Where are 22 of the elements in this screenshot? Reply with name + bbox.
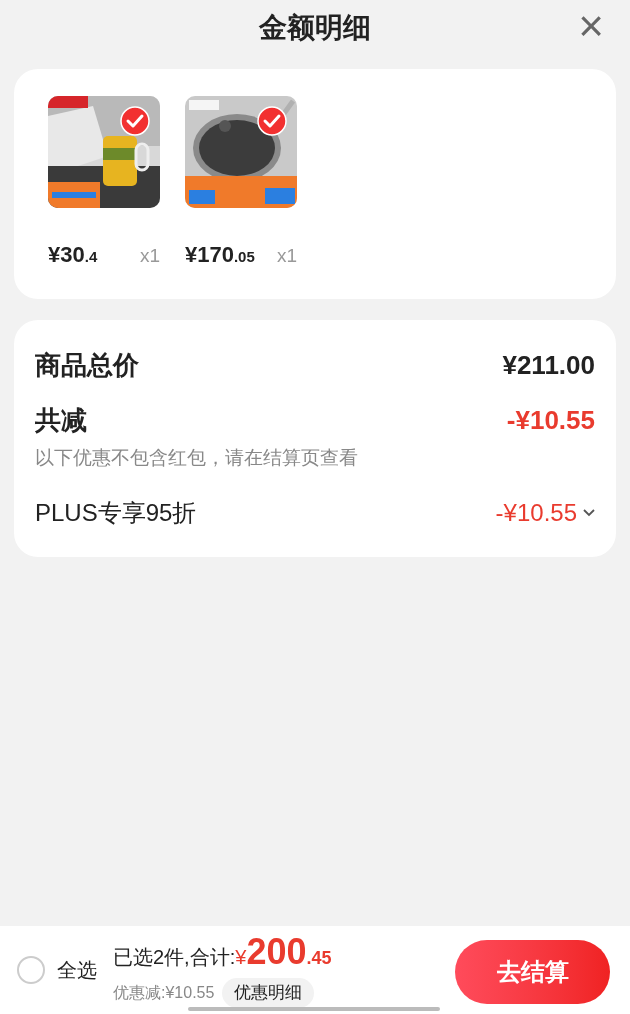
discount-label: 共减 <box>35 404 87 437</box>
discount-note: 以下优惠不包含红包，请在结算页查看 <box>35 446 359 470</box>
select-all-checkbox[interactable] <box>17 956 45 984</box>
saved-amount: 优惠减:¥10.55 <box>113 983 215 1003</box>
discount-detail-button[interactable]: 优惠明细 <box>222 978 315 1008</box>
item-quantity: x1 <box>139 244 160 268</box>
item-quantity: x1 <box>276 244 297 268</box>
discount-item-label: PLUS专享95折 <box>35 497 197 528</box>
checkmark-icon[interactable] <box>257 106 287 136</box>
discount-item-value: -¥10.55 <box>495 497 577 528</box>
item-price: ¥30.4 <box>48 241 98 269</box>
total-summary: 已选2件,合计:¥200.45 <box>113 932 332 975</box>
total-value: ¥211.00 <box>502 349 595 382</box>
chevron-icon[interactable] <box>583 508 595 517</box>
checkout-button[interactable]: 去结算 <box>455 940 610 1004</box>
item-price: ¥170.05 <box>185 241 255 269</box>
select-all-label[interactable]: 全选 <box>57 955 97 985</box>
close-button[interactable]: × <box>578 4 604 48</box>
discount-value: -¥10.55 <box>506 404 595 437</box>
total-label: 商品总价 <box>35 349 139 382</box>
checkmark-icon[interactable] <box>120 106 150 136</box>
window-title: 金额明细 <box>259 10 371 45</box>
